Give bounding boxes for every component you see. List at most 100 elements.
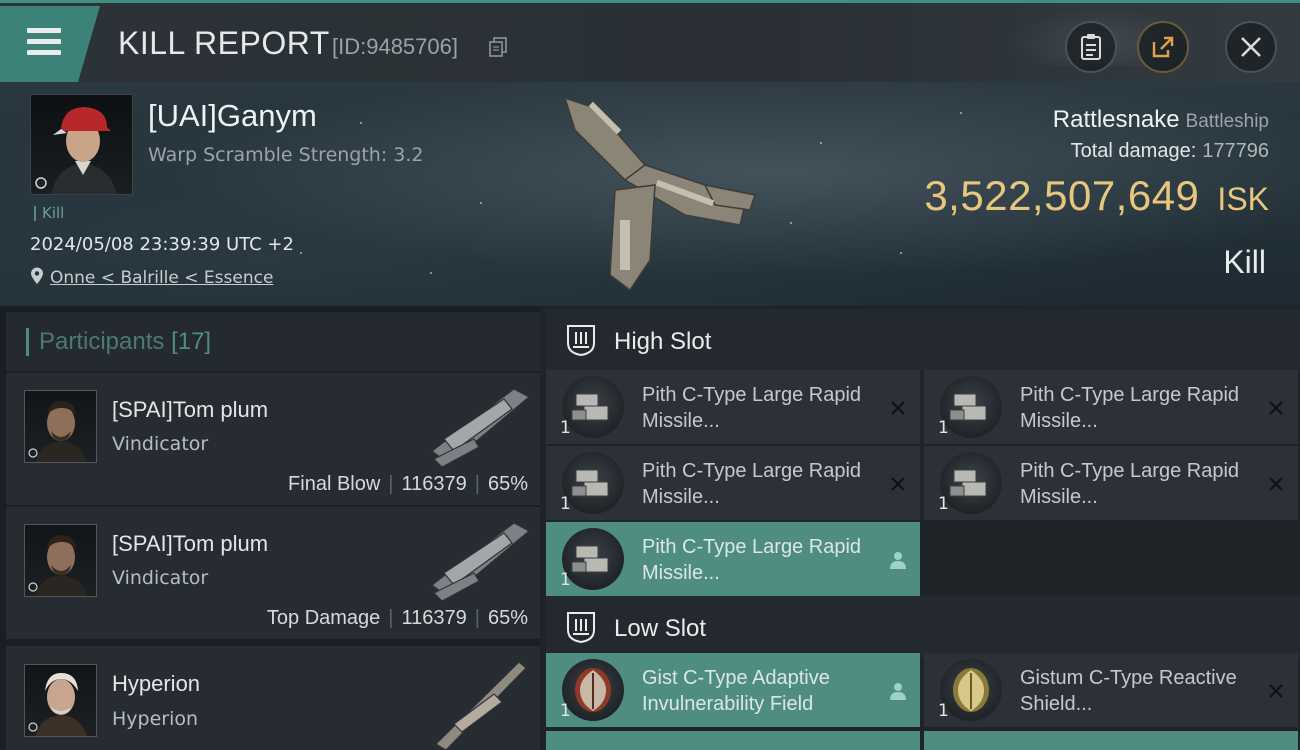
high-slot-label: High Slot [614, 328, 712, 355]
participant-avatar[interactable] [24, 390, 97, 463]
participant-percent: 65% [487, 607, 528, 629]
x-icon [891, 401, 905, 415]
module-name: Pith C-Type Large Rapid Missile... [1020, 460, 1240, 508]
person-icon [890, 552, 906, 569]
participant-name: [SPAI]Tom plum [112, 397, 269, 422]
participants-label-text: Participants [39, 328, 165, 355]
module-item[interactable]: 1 Gistum C-Type Reactive Shield... [924, 653, 1298, 727]
missile-launcher-icon [940, 452, 1002, 514]
participant-portrait-image [28, 673, 87, 736]
module-item[interactable]: 1 Pith C-Type Large Rapid Missile... [924, 446, 1298, 520]
pilot-portrait-image [35, 107, 117, 194]
participant-row[interactable]: Hyperion Hyperion [6, 645, 540, 750]
victim-summary: [UAI]Ganym Warp Scramble Strength: 3.2 K… [0, 82, 1300, 306]
participant-row[interactable]: [SPAI]Tom plum Vindicator Final Blow | 116… [6, 372, 540, 505]
victim-ship-name[interactable]: Rattlesnake [1053, 106, 1180, 133]
module-quantity: 1 [938, 418, 949, 438]
participant-name: Hyperion [112, 671, 201, 696]
page-title: KILL REPORT [118, 25, 330, 61]
fitting-panel[interactable]: High Slot 1 Pith C-Type Large Rapid Miss… [540, 306, 1300, 750]
participant-ship-image [431, 522, 531, 602]
victim-avatar[interactable] [30, 94, 133, 195]
module-name: Pith C-Type Large Rapid Missile... [1020, 384, 1240, 432]
participant-portrait-image [28, 401, 87, 462]
hamburger-icon-bar [27, 50, 61, 55]
participant-damage: 116379 [401, 607, 467, 629]
participant-role: Final Blow [288, 473, 381, 495]
missile-launcher-icon [562, 528, 624, 590]
victim-ship-info: Rattlesnake Battleship [1053, 106, 1269, 134]
victim-ship-image [563, 96, 756, 292]
report-id: [ID:9485706] [332, 34, 458, 59]
total-damage: Total damage: 177796 [1071, 140, 1269, 163]
kill-location-text: Onne < Balrille < Essence [50, 268, 274, 288]
participants-header: Participants [17] [6, 312, 540, 371]
participants-label: Participants [17] [26, 328, 211, 356]
module-name: Pith C-Type Large Rapid Missile... [642, 460, 862, 508]
close-icon [1241, 37, 1261, 57]
module-quantity: 1 [560, 570, 571, 590]
isk-unit: ISK [1217, 181, 1269, 217]
close-button[interactable] [1225, 21, 1277, 73]
clipboard-icon [1081, 34, 1101, 60]
shield-slot-icon [567, 612, 595, 644]
share-icon [1152, 36, 1174, 58]
participants-count: [17] [171, 328, 212, 355]
copy-icon[interactable] [489, 37, 507, 57]
participant-ship: Vindicator [112, 433, 209, 455]
location-pin-icon [31, 267, 43, 284]
module-item[interactable]: 1 Pith C-Type Large Rapid Missile... [546, 522, 920, 596]
shield-module-icon [940, 659, 1002, 721]
menu-button[interactable] [0, 6, 100, 82]
module-name: Pith C-Type Large Rapid Missile... [642, 536, 862, 584]
total-damage-value: 177796 [1202, 140, 1269, 162]
isk-amount: 3,522,507,649 [924, 172, 1200, 219]
participant-percent: 65% [487, 473, 528, 495]
participant-stats: Final Blow | 116379 | 65% [288, 473, 528, 495]
kill-location-link[interactable]: Onne < Balrille < Essence [30, 267, 273, 288]
victim-pilot-name[interactable]: [UAI]Ganym [148, 98, 317, 134]
module-quantity: 1 [938, 494, 949, 514]
participants-panel[interactable]: Participants [17] [SPAI]Tom plum Vindica… [0, 306, 540, 750]
missile-launcher-icon [940, 376, 1002, 438]
module-item[interactable]: 1 Gist C-Type Adaptive Invulnerability F… [546, 653, 920, 727]
participant-portrait-image [28, 535, 87, 596]
module-quantity: 1 [560, 494, 571, 514]
clipboard-button[interactable] [1065, 21, 1117, 73]
low-slot-header: Low Slot [546, 596, 1300, 658]
participant-avatar[interactable] [24, 664, 97, 737]
participant-name: [SPAI]Tom plum [112, 531, 269, 556]
person-icon [890, 683, 906, 700]
participant-ship-image [431, 388, 531, 468]
kill-tag: Kill [34, 206, 64, 221]
module-name: Pith C-Type Large Rapid Missile... [642, 384, 862, 432]
share-button[interactable] [1137, 21, 1189, 73]
module-item[interactable]: 1 Pith C-Type Large Rapid Missile... [546, 370, 920, 444]
missile-launcher-icon [562, 376, 624, 438]
participant-row[interactable]: [SPAI]Tom plum Vindicator Top Damage | 116… [6, 506, 540, 639]
module-item[interactable] [924, 731, 1298, 750]
x-icon [1269, 684, 1283, 698]
warp-scramble-strength: Warp Scramble Strength: 3.2 [148, 144, 424, 166]
participant-stats: Top Damage | 116379 | 65% [266, 607, 528, 629]
low-slot-label: Low Slot [614, 615, 707, 642]
module-item[interactable] [546, 731, 920, 750]
participant-ship: Vindicator [112, 567, 209, 589]
module-name: Gist C-Type Adaptive Invulnerability Fie… [642, 667, 830, 715]
x-icon [891, 477, 905, 491]
participant-avatar[interactable] [24, 524, 97, 597]
x-icon [1269, 401, 1283, 415]
isk-value: 3,522,507,649 ISK [924, 172, 1269, 220]
shield-module-icon [562, 659, 624, 721]
participant-ship: Hyperion [112, 708, 199, 730]
module-quantity: 1 [938, 701, 949, 721]
module-item[interactable]: 1 Pith C-Type Large Rapid Missile... [546, 446, 920, 520]
total-damage-label: Total damage: [1070, 140, 1197, 162]
kill-result: Kill [1223, 244, 1266, 280]
x-icon [1269, 477, 1283, 491]
participant-role: Top Damage [266, 607, 381, 629]
hamburger-icon-bar [27, 39, 61, 44]
missile-launcher-icon [562, 452, 624, 514]
top-bar: KILL REPORT [ID:9485706] [0, 0, 1300, 82]
module-item[interactable]: 1 Pith C-Type Large Rapid Missile... [924, 370, 1298, 444]
